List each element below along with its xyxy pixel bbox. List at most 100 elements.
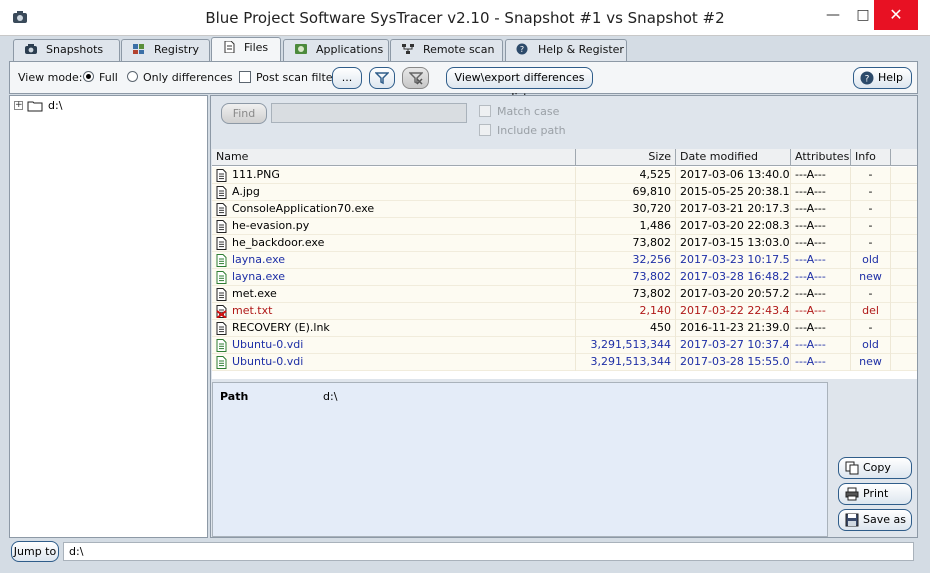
file-info-cell: - <box>851 201 891 218</box>
file-info-cell: - <box>851 184 891 201</box>
tab-snapshots[interactable]: Snapshots <box>13 39 120 61</box>
file-attributes-cell: ---A--- <box>791 337 851 354</box>
help-button[interactable]: ? Help <box>853 67 912 89</box>
column-size[interactable]: Size <box>576 149 676 166</box>
file-row[interactable]: 111.PNG 4,525 2017-03-06 13:40.06 ---A--- - <box>212 167 917 184</box>
view-export-differences-button[interactable]: View\export differences list <box>446 67 593 104</box>
file-name-cell: layna.exe <box>212 252 576 269</box>
file-info-cell: - <box>851 167 891 184</box>
tab-remote-scan[interactable]: Remote scan <box>390 39 503 61</box>
file-row[interactable]: A.jpg 69,810 2015-05-25 20:38.17 ---A--- - <box>212 184 917 201</box>
file-date-cell: 2017-03-28 16:48.23 <box>676 269 791 286</box>
folder-tree[interactable]: + d:\ <box>9 95 208 538</box>
file-date-cell: 2017-03-22 22:43.42 <box>676 303 791 320</box>
tab-strip: Snapshots Registry Files Applications Re… <box>13 37 918 61</box>
tree-node-root[interactable]: d:\ <box>48 99 62 112</box>
file-info-cell: old <box>851 252 891 269</box>
post-scan-filter-label[interactable]: Post scan filter <box>256 71 337 84</box>
file-info-cell: new <box>851 354 891 371</box>
save-as-button[interactable]: Save as <box>838 509 912 531</box>
minimize-button[interactable]: — <box>818 0 848 30</box>
tab-help-register[interactable]: ? Help & Register <box>505 39 627 61</box>
find-input[interactable] <box>271 103 467 123</box>
detail-panel: Path d:\ <box>212 382 828 537</box>
file-attributes-cell: ---A--- <box>791 235 851 252</box>
file-date-cell: 2017-03-23 10:17.52 <box>676 252 791 269</box>
tab-label: Help & Register <box>538 43 624 56</box>
file-icon <box>224 41 235 53</box>
column-date-modified[interactable]: Date modified <box>676 149 791 166</box>
match-case-option[interactable]: Match case <box>479 105 559 118</box>
full-label[interactable]: Full <box>99 71 118 84</box>
copy-button[interactable]: Copy <box>838 457 912 479</box>
tree-expander[interactable]: + <box>14 101 23 110</box>
file-row[interactable]: RECOVERY (E).lnk 450 2016-11-23 21:39.01 --… <box>212 320 917 337</box>
file-size-cell: 2,140 <box>576 303 676 320</box>
tab-files[interactable]: Files <box>211 37 281 61</box>
file-name-cell: Ubuntu-0.vdi <box>212 337 576 354</box>
file-row[interactable]: Ubuntu-0.vdi 3,291,513,344 2017-03-28 15:5… <box>212 354 917 371</box>
svg-text:?: ? <box>520 45 524 54</box>
file-info-cell: - <box>851 235 891 252</box>
file-size-cell: 4,525 <box>576 167 676 184</box>
jump-to-button[interactable]: Jump to <box>11 541 59 562</box>
file-size-cell: 3,291,513,344 <box>576 354 676 371</box>
file-name-cell: layna.exe <box>212 269 576 286</box>
file-size-cell: 32,256 <box>576 252 676 269</box>
file-info-cell: new <box>851 269 891 286</box>
file-row[interactable]: met.txt 2,140 2017-03-22 22:43.42 ---A--- de… <box>212 303 917 320</box>
file-name-cell: Ubuntu-0.vdi <box>212 354 576 371</box>
file-row[interactable]: he-evasion.py 1,486 2017-03-20 22:08.34 ---… <box>212 218 917 235</box>
copy-label: Copy <box>863 461 891 474</box>
find-bar: Find Match case Include path <box>211 96 917 148</box>
funnel-icon <box>374 72 390 85</box>
path-value: d:\ <box>323 390 338 403</box>
file-name-cell: ConsoleApplication70.exe <box>212 201 576 218</box>
file-list[interactable]: Name Size Date modified Attributes Info … <box>212 149 917 379</box>
file-row[interactable]: ConsoleApplication70.exe 30,720 2017-03-21… <box>212 201 917 218</box>
filter-button[interactable] <box>369 67 395 89</box>
full-radio[interactable] <box>83 71 94 82</box>
save-icon <box>845 513 859 527</box>
column-info[interactable]: Info <box>851 149 891 166</box>
file-row[interactable]: Ubuntu-0.vdi 3,291,513,344 2017-03-27 10:3… <box>212 337 917 354</box>
file-row[interactable]: layna.exe 32,256 2017-03-23 10:17.52 ---A--… <box>212 252 917 269</box>
file-name-cell: RECOVERY (E).lnk <box>212 320 576 337</box>
jump-to-input[interactable]: d:\ <box>63 542 914 561</box>
file-info-cell: - <box>851 320 891 337</box>
only-differences-radio[interactable] <box>127 71 138 82</box>
column-name[interactable]: Name <box>212 149 576 166</box>
file-info-cell: old <box>851 337 891 354</box>
file-name-cell: he-evasion.py <box>212 218 576 235</box>
match-case-checkbox[interactable] <box>479 105 491 117</box>
find-button[interactable]: Find <box>221 103 267 124</box>
file-size-cell: 73,802 <box>576 235 676 252</box>
print-button[interactable]: Print <box>838 483 912 505</box>
file-row[interactable]: met.exe 73,802 2017-03-20 20:57.20 ---A--- - <box>212 286 917 303</box>
clear-filter-button[interactable] <box>402 67 429 89</box>
tab-registry[interactable]: Registry <box>121 39 210 61</box>
only-differences-label[interactable]: Only differences <box>143 71 233 84</box>
post-scan-filter-checkbox[interactable] <box>239 71 251 83</box>
file-row[interactable]: he_backdoor.exe 73,802 2017-03-15 13:03.07… <box>212 235 917 252</box>
file-attributes-cell: ---A--- <box>791 184 851 201</box>
close-button[interactable]: ✕ <box>874 0 918 30</box>
file-attributes-cell: ---A--- <box>791 286 851 303</box>
include-path-checkbox[interactable] <box>479 124 491 136</box>
file-row[interactable]: layna.exe 73,802 2017-03-28 16:48.23 ---A--… <box>212 269 917 286</box>
file-attributes-cell: ---A--- <box>791 252 851 269</box>
tab-applications[interactable]: Applications <box>283 39 389 61</box>
tab-label: Snapshots <box>46 43 104 56</box>
file-date-cell: 2017-03-27 10:37.49 <box>676 337 791 354</box>
file-name-cell: A.jpg <box>212 184 576 201</box>
funnel-clear-icon <box>407 72 424 85</box>
file-attributes-cell: ---A--- <box>791 167 851 184</box>
column-attributes[interactable]: Attributes <box>791 149 851 166</box>
file-date-cell: 2016-11-23 21:39.01 <box>676 320 791 337</box>
applications-icon <box>295 44 307 54</box>
filter-options-button[interactable]: ... <box>332 67 362 89</box>
file-size-cell: 1,486 <box>576 218 676 235</box>
include-path-option[interactable]: Include path <box>479 124 566 137</box>
file-date-cell: 2015-05-25 20:38.17 <box>676 184 791 201</box>
file-name-cell: met.exe <box>212 286 576 303</box>
